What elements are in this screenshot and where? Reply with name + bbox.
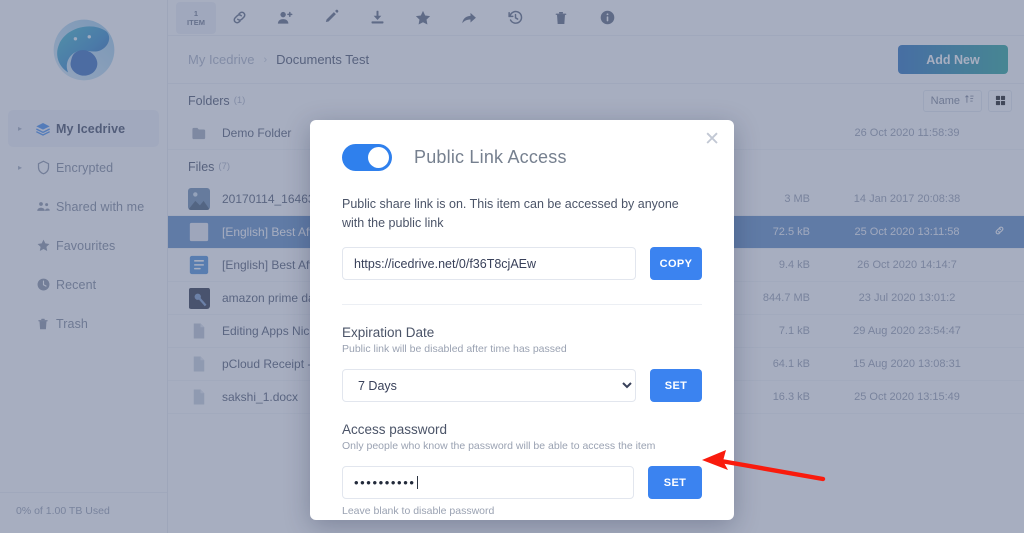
password-footer-hint: Leave blank to disable password xyxy=(342,505,495,517)
text-cursor xyxy=(416,476,418,489)
set-expiration-button[interactable]: SET xyxy=(650,369,702,402)
modal-description: Public share link is on. This item can b… xyxy=(342,197,679,230)
modal-title: Public Link Access xyxy=(414,147,567,167)
public-link-toggle[interactable] xyxy=(342,144,392,171)
share-link-row: COPY xyxy=(342,247,702,280)
password-masked-value: •••••••••• xyxy=(354,475,416,490)
password-input[interactable]: •••••••••• xyxy=(342,466,634,499)
expiration-row: Never1 Day7 Days30 Days1 Year SET xyxy=(342,369,702,402)
toggle-knob xyxy=(368,147,389,168)
app-root: ▸ My Icedrive ▸ Encrypted xyxy=(0,0,1024,533)
password-row: •••••••••• SET xyxy=(342,466,702,499)
share-link-input[interactable] xyxy=(342,247,636,280)
expiration-select[interactable]: Never1 Day7 Days30 Days1 Year xyxy=(342,369,636,402)
copy-link-button[interactable]: COPY xyxy=(650,247,702,280)
public-link-access-modal: ✕ Public Link Access Public share link i… xyxy=(310,120,734,520)
section-divider xyxy=(342,304,702,305)
expiration-date-hint: Public link will be disabled after time … xyxy=(342,343,567,355)
access-password-label: Access password xyxy=(342,422,448,437)
access-password-hint: Only people who know the password will b… xyxy=(342,440,656,452)
password-input-wrap[interactable]: •••••••••• xyxy=(342,466,634,499)
expiration-date-label: Expiration Date xyxy=(342,325,435,340)
red-pointer-arrow xyxy=(702,450,826,482)
modal-header: Public Link Access xyxy=(342,120,702,175)
close-icon[interactable]: ✕ xyxy=(704,130,720,149)
